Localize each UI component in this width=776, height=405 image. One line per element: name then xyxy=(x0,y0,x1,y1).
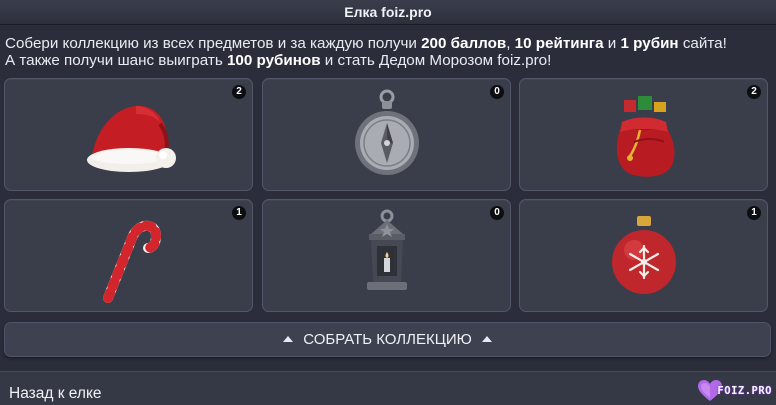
item-count-badge: 2 xyxy=(747,85,761,99)
candy-cane-icon xyxy=(102,220,161,303)
intro-text-part: сайта! xyxy=(678,35,727,52)
lantern-icon xyxy=(366,209,407,290)
footer-bar: Назад к елке FOIZ.PRO xyxy=(0,371,776,405)
collection-item-lantern[interactable]: 0 xyxy=(262,199,511,312)
collection-item-gift-sack[interactable]: 2 xyxy=(519,78,768,191)
window-title-bar: Елка foiz.pro xyxy=(0,0,776,25)
collection-item-santa-hat[interactable]: 2 xyxy=(4,78,253,191)
ornament-ball-icon xyxy=(611,215,676,294)
arrow-up-icon xyxy=(283,335,294,342)
reward-points: 200 баллов xyxy=(421,35,507,52)
collection-item-compass[interactable]: 0 xyxy=(262,78,511,191)
intro-text-part: Собери коллекцию из всех предметов и за … xyxy=(5,35,422,52)
item-count-badge: 0 xyxy=(490,85,504,99)
intro-text-part: А также получи шанс выиграть xyxy=(5,52,227,69)
intro-line-2: А также получи шанс выиграть 100 рубинов… xyxy=(5,52,771,69)
item-count-badge: 1 xyxy=(232,206,246,220)
window-title: Елка foiz.pro xyxy=(344,4,432,20)
arrow-up-icon xyxy=(481,335,492,342)
intro-text-part: и xyxy=(603,35,621,52)
collection-item-ornament-ball[interactable]: 1 xyxy=(519,199,768,312)
reward-ruby: 1 рубин xyxy=(620,35,679,52)
collect-collection-button[interactable]: СОБРАТЬ КОЛЛЕКЦИЮ xyxy=(4,322,771,357)
prize-rubies: 100 рубинов xyxy=(226,52,321,69)
compass-icon xyxy=(354,89,419,175)
reward-rating: 10 рейтинга xyxy=(514,35,604,52)
back-to-tree-link[interactable]: Назад к елке xyxy=(9,385,102,403)
item-count-badge: 1 xyxy=(747,206,761,220)
gift-sack-icon xyxy=(616,95,674,177)
collect-button-label: СОБРАТЬ КОЛЛЕКЦИЮ xyxy=(303,331,472,348)
site-logo[interactable]: FOIZ.PRO xyxy=(697,378,772,404)
santa-hat-icon xyxy=(86,105,176,172)
intro-text-part: , xyxy=(506,35,515,52)
intro-text-part: и стать Дедом Морозом foiz.pro! xyxy=(320,52,552,69)
intro-text: Собери коллекцию из всех предметов и за … xyxy=(5,35,771,69)
intro-line-1: Собери коллекцию из всех предметов и за … xyxy=(5,35,771,52)
logo-text: FOIZ.PRO xyxy=(717,385,772,397)
collection-item-candy-cane[interactable]: 1 xyxy=(4,199,253,312)
item-count-badge: 2 xyxy=(232,85,246,99)
collection-grid: 2 0 2 1 0 1 xyxy=(4,78,771,312)
item-count-badge: 0 xyxy=(490,206,504,220)
